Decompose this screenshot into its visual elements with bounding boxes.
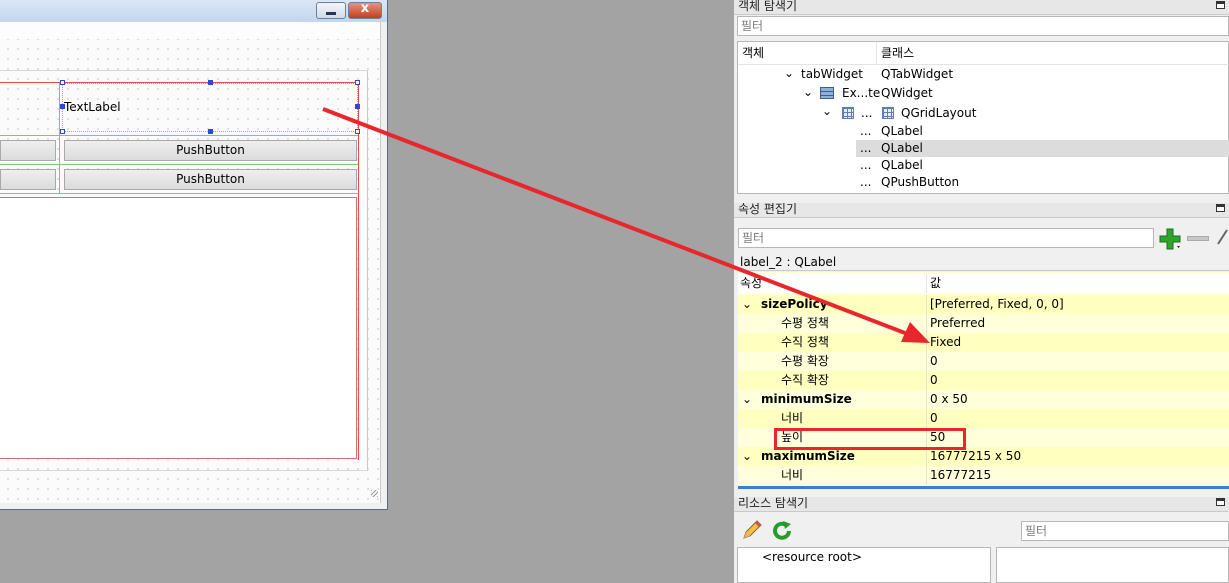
annotation-arrow xyxy=(322,107,930,343)
